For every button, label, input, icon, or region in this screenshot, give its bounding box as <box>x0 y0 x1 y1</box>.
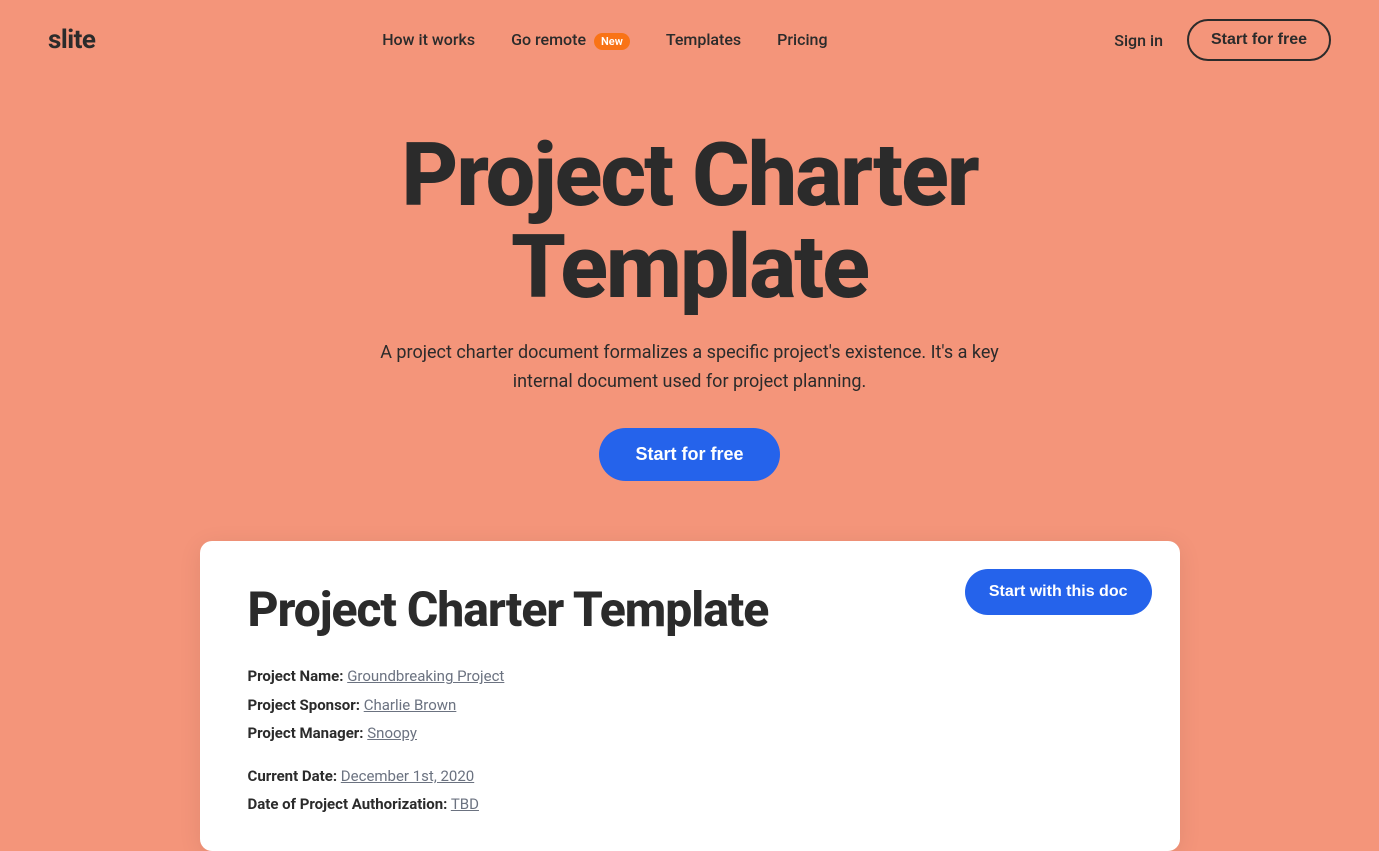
start-with-doc-button[interactable]: Start with this doc <box>965 569 1152 615</box>
hero-section: Project Charter Template A project chart… <box>0 80 1379 521</box>
nav-how-it-works[interactable]: How it works <box>382 30 475 49</box>
hero-subtitle: A project charter document formalizes a … <box>380 339 1000 397</box>
new-badge: New <box>594 33 630 50</box>
doc-card-wrapper: Start with this doc Project Charter Temp… <box>0 541 1379 851</box>
logo[interactable]: slite <box>48 25 95 55</box>
nav-pricing[interactable]: Pricing <box>777 30 827 49</box>
start-free-nav-button[interactable]: Start for free <box>1187 19 1331 61</box>
nav-links: How it works Go remote New Templates Pri… <box>382 30 827 49</box>
doc-meta: Project Name: Groundbreaking Project Pro… <box>248 662 1132 819</box>
doc-field-project-name: Project Name: Groundbreaking Project <box>248 662 1132 691</box>
nav-go-remote[interactable]: Go remote New <box>511 30 630 49</box>
doc-field-project-sponsor: Project Sponsor: Charlie Brown <box>248 691 1132 720</box>
signin-link[interactable]: Sign in <box>1114 31 1163 50</box>
hero-cta-button[interactable]: Start for free <box>599 428 779 481</box>
doc-field-authorization-date: Date of Project Authorization: TBD <box>248 790 1132 819</box>
doc-field-project-manager: Project Manager: Snoopy <box>248 719 1132 748</box>
nav-templates[interactable]: Templates <box>666 30 741 49</box>
doc-card: Start with this doc Project Charter Temp… <box>200 541 1180 851</box>
doc-field-current-date: Current Date: December 1st, 2020 <box>248 762 1132 791</box>
nav-right: Sign in Start for free <box>1114 19 1331 61</box>
hero-title: Project Charter Template <box>240 130 1140 315</box>
navbar: slite How it works Go remote New Templat… <box>0 0 1379 80</box>
